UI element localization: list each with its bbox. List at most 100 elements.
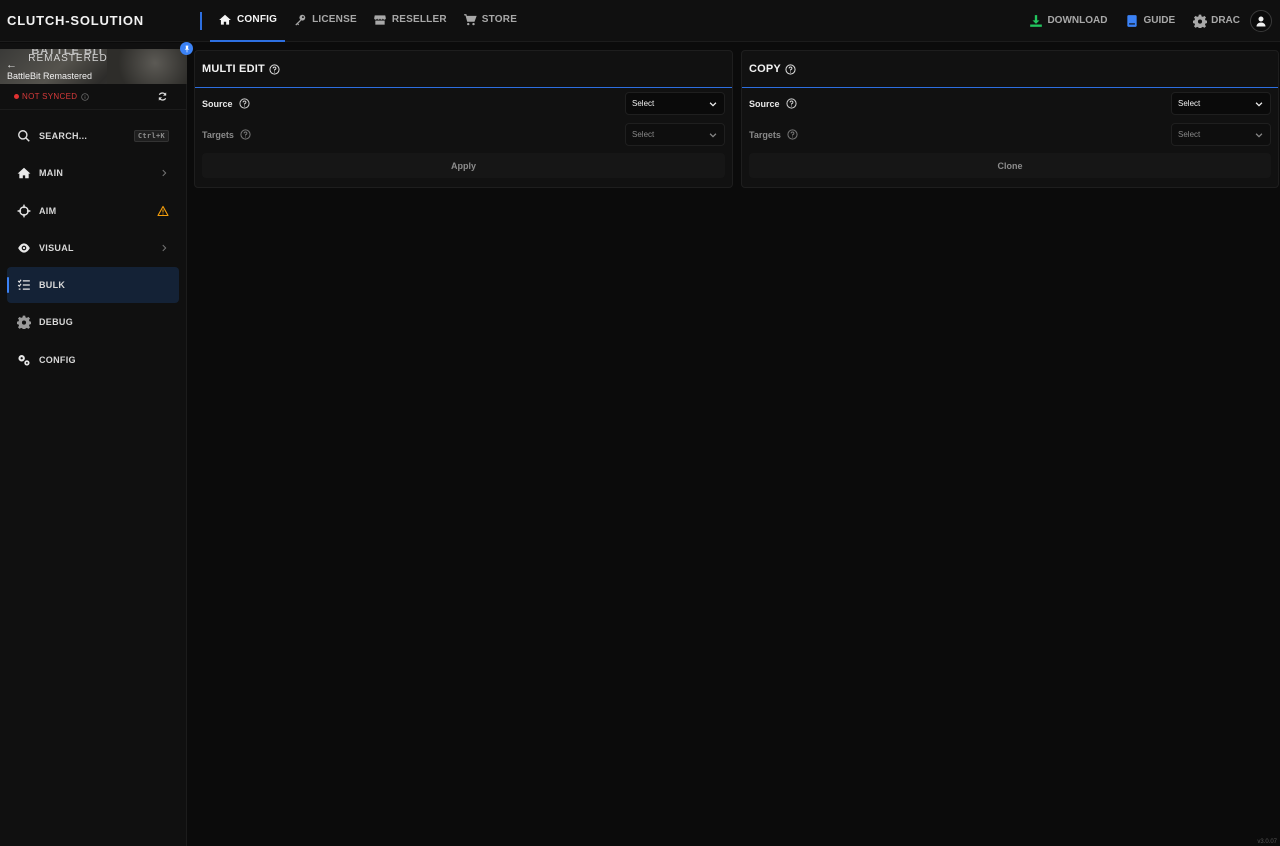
chevron-down-icon — [1255, 132, 1263, 138]
sidebar-item-label: CONFIG — [39, 354, 76, 365]
targets-row: Targets Select — [742, 119, 1278, 150]
help-icon[interactable] — [269, 63, 280, 75]
targets-label: Targets — [202, 129, 234, 140]
shortcut-badge: Ctrl+K — [133, 130, 169, 142]
source-select-value: Select — [632, 99, 655, 108]
top-divider — [200, 11, 202, 30]
top-bar: CLUTCH-SOLUTION CONFIG LICENSE RESELLER … — [0, 0, 1280, 42]
store-icon — [374, 14, 386, 25]
help-icon[interactable] — [240, 129, 251, 140]
panel-title: MULTI EDIT — [202, 63, 265, 75]
source-select-value: Select — [1178, 99, 1201, 108]
nav-license-label: LICENSE — [312, 14, 357, 25]
targets-select-value: Select — [632, 130, 655, 139]
source-select[interactable]: Select — [625, 92, 725, 115]
panel-header: MULTI EDIT — [195, 51, 732, 88]
gear-icon — [1193, 14, 1208, 28]
help-icon[interactable] — [785, 63, 796, 75]
chevron-down-icon — [709, 101, 717, 107]
sidebar-item-main[interactable]: MAIN — [7, 155, 179, 191]
help-icon[interactable] — [238, 98, 250, 109]
book-icon — [1127, 14, 1138, 27]
game-logo-subtitle: REMASTERED — [28, 53, 108, 64]
eye-icon — [18, 243, 30, 253]
nav-config-label: CONFIG — [237, 14, 278, 25]
back-arrow-icon[interactable]: ← — [6, 59, 17, 71]
source-label: Source — [749, 98, 780, 109]
multi-edit-panel: MULTI EDIT Source Select Targets Select … — [194, 50, 733, 188]
sidebar-item-label: AIM — [39, 205, 57, 216]
apply-button[interactable]: Apply — [202, 153, 725, 178]
targets-select[interactable]: Select — [1171, 123, 1271, 146]
sidebar: BATTLE BIT REMASTERED ← BattleBit Remast… — [0, 43, 187, 846]
panel-title: COPY — [749, 63, 781, 75]
targets-label: Targets — [749, 129, 781, 140]
pin-badge[interactable] — [180, 42, 193, 55]
top-nav: CONFIG LICENSE RESELLER STORE — [210, 0, 525, 42]
info-icon[interactable] — [81, 92, 89, 101]
side-menu: SEARCH... Ctrl+K MAIN AIM VISUAL BULK DE… — [0, 110, 186, 385]
status-dot — [14, 94, 19, 99]
user-icon — [1256, 16, 1266, 26]
download-button[interactable]: DOWNLOAD — [1021, 14, 1115, 28]
nav-store-label: STORE — [481, 14, 518, 25]
copy-panel: COPY Source Select Targets Select Clone — [741, 50, 1279, 188]
source-row: Source Select — [195, 88, 732, 119]
search-icon — [18, 130, 30, 142]
guide-button[interactable]: GUIDE — [1117, 14, 1183, 28]
nav-store[interactable]: STORE — [455, 0, 525, 42]
sidebar-item-label: BULK — [39, 280, 66, 291]
key-icon — [295, 14, 306, 26]
download-label: DOWNLOAD — [1047, 15, 1108, 26]
source-select[interactable]: Select — [1171, 92, 1271, 115]
guide-label: GUIDE — [1143, 15, 1176, 26]
sidebar-item-config[interactable]: CONFIG — [7, 342, 179, 378]
top-right-actions: DOWNLOAD GUIDE DRAC — [1021, 9, 1280, 32]
panel-header: COPY — [742, 51, 1278, 88]
pin-icon — [184, 45, 189, 52]
chevron-right-icon — [162, 244, 167, 252]
download-icon — [1030, 14, 1043, 27]
search-button[interactable]: SEARCH... Ctrl+K — [7, 118, 179, 154]
avatar[interactable] — [1250, 9, 1272, 32]
targets-select[interactable]: Select — [625, 123, 725, 146]
chevron-down-icon — [1255, 101, 1263, 107]
checklist-icon — [17, 279, 30, 290]
chevron-down-icon — [709, 132, 717, 138]
crosshair-icon — [17, 204, 31, 218]
source-label: Source — [202, 98, 233, 109]
source-row: Source Select — [742, 88, 1278, 119]
game-card[interactable]: BATTLE BIT REMASTERED ← BattleBit Remast… — [0, 49, 187, 84]
gear-icon — [17, 316, 31, 330]
help-icon[interactable] — [785, 98, 797, 109]
cart-icon — [463, 13, 477, 25]
game-name: BattleBit Remastered — [7, 71, 93, 81]
sidebar-item-bulk[interactable]: BULK — [7, 267, 179, 304]
game-artwork — [107, 49, 187, 84]
targets-select-value: Select — [1178, 130, 1201, 139]
search-label: SEARCH... — [39, 131, 88, 141]
sidebar-item-label: DEBUG — [39, 317, 74, 328]
chevron-right-icon — [162, 170, 167, 177]
nav-config[interactable]: CONFIG — [210, 0, 286, 42]
user-name: DRAC — [1211, 15, 1240, 26]
targets-row: Targets Select — [195, 119, 732, 150]
version-label: v3.0.07 — [1257, 839, 1277, 845]
help-icon[interactable] — [787, 129, 798, 140]
warning-icon — [157, 205, 169, 216]
brand-logo[interactable]: CLUTCH-SOLUTION — [0, 13, 200, 28]
home-icon — [219, 14, 231, 25]
nav-reseller[interactable]: RESELLER — [365, 0, 455, 42]
home-icon — [17, 168, 31, 179]
sidebar-item-aim[interactable]: AIM — [7, 193, 179, 229]
sync-status-text: NOT SYNCED — [22, 92, 78, 101]
sidebar-item-debug[interactable]: DEBUG — [7, 304, 179, 340]
refresh-icon[interactable] — [157, 91, 168, 102]
sidebar-item-visual[interactable]: VISUAL — [7, 230, 179, 266]
clone-button[interactable]: Clone — [749, 153, 1271, 178]
nav-license[interactable]: LICENSE — [285, 0, 365, 42]
gears-icon — [18, 354, 30, 366]
sidebar-item-label: MAIN — [39, 168, 64, 179]
user-settings-button[interactable]: DRAC — [1185, 14, 1248, 28]
sidebar-item-label: VISUAL — [39, 242, 74, 253]
